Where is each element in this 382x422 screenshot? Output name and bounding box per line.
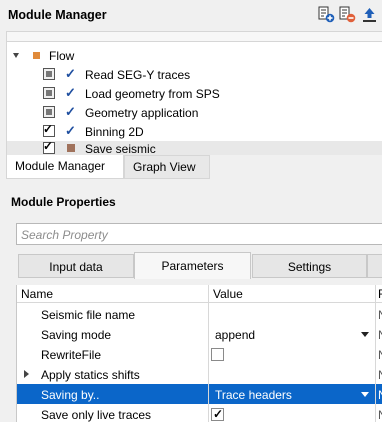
module-checkbox[interactable]: ✓: [43, 139, 55, 154]
module-label: Save seismic: [85, 142, 156, 156]
flow-icon: [33, 52, 40, 59]
search-placeholder: Search Property: [21, 228, 108, 242]
column-header-name[interactable]: Name: [21, 287, 53, 301]
module-manager-title: Module Manager: [8, 8, 107, 22]
module-checkbox[interactable]: ✓: [43, 122, 55, 137]
dropdown-arrow-icon[interactable]: [361, 392, 369, 397]
property-name: RewriteFile: [41, 348, 102, 362]
property-third-col: N: [378, 348, 382, 362]
enabled-check-icon: ✓: [65, 66, 76, 81]
column-header-value[interactable]: Value: [213, 287, 243, 301]
module-item[interactable]: ✓ Load geometry from SPS: [7, 84, 382, 103]
grid-header: Name Value F: [17, 285, 382, 303]
property-name: Saving mode: [41, 328, 112, 342]
property-row[interactable]: Seismic file name N: [17, 304, 382, 324]
property-third-col: N: [378, 308, 382, 322]
module-disabled-checkbox[interactable]: [43, 87, 55, 99]
tab-overflow[interactable]: [367, 254, 382, 278]
flow-tree[interactable]: Flow ✓ Read SEG-Y traces ✓ Load geometry…: [6, 42, 382, 156]
add-module-icon[interactable]: [318, 6, 335, 23]
remove-module-icon[interactable]: [339, 6, 356, 23]
module-label: Load geometry from SPS: [85, 87, 220, 101]
flow-label: Flow: [49, 49, 75, 63]
column-divider[interactable]: [375, 285, 376, 422]
property-row[interactable]: RewriteFile N: [17, 344, 382, 364]
tab-input-data[interactable]: Input data: [18, 254, 134, 278]
module-disabled-checkbox[interactable]: [43, 106, 55, 118]
module-item[interactable]: ✓ ✓ Binning 2D: [7, 122, 382, 141]
properties-tabs: Input data Parameters Settings: [16, 252, 382, 279]
enabled-check-icon: ✓: [65, 104, 76, 119]
property-row-selected[interactable]: Saving by.. Trace headers N: [17, 384, 382, 404]
column-divider[interactable]: [208, 285, 209, 422]
tab-module-manager[interactable]: Module Manager: [6, 155, 124, 179]
module-label: Geometry application: [85, 106, 199, 120]
tab-parameters[interactable]: Parameters: [134, 252, 251, 279]
tab-graph-view[interactable]: Graph View: [124, 155, 210, 179]
flow-node[interactable]: Flow: [7, 46, 382, 65]
enabled-check-icon: ✓: [65, 123, 76, 138]
module-manager-tabs: Module Manager Graph View: [6, 155, 382, 179]
module-item[interactable]: ✓ Read SEG-Y traces: [7, 65, 382, 84]
property-name: Seismic file name: [41, 308, 136, 322]
module-item[interactable]: ✓ Geometry application: [7, 103, 382, 122]
property-row[interactable]: Apply statics shifts N: [17, 364, 382, 384]
saving-by-value[interactable]: Trace headers: [215, 388, 292, 402]
module-label: Read SEG-Y traces: [85, 68, 191, 82]
property-name: Saving by..: [41, 388, 100, 402]
property-third-col: N: [378, 368, 382, 382]
module-item-selected[interactable]: ✓ Save seismic: [7, 139, 382, 156]
property-name: Apply statics shifts: [41, 368, 140, 382]
column-header-third[interactable]: F: [378, 287, 382, 301]
tab-settings[interactable]: Settings: [252, 254, 367, 278]
property-third-col: N: [378, 328, 382, 342]
module-manager-header: Module Manager: [0, 0, 382, 30]
search-property-input[interactable]: Search Property: [16, 223, 382, 245]
collapse-arrow-icon[interactable]: [13, 53, 19, 58]
expand-arrow-icon[interactable]: [24, 370, 29, 378]
property-third-col: N: [378, 388, 382, 402]
module-label: Binning 2D: [85, 125, 144, 139]
dropdown-arrow-icon[interactable]: [361, 332, 369, 337]
properties-grid: Name Value F Seismic file name N Saving …: [16, 285, 382, 422]
tree-header-strip: [6, 31, 382, 42]
export-icon[interactable]: [361, 6, 377, 23]
save-seismic-icon: [67, 144, 75, 152]
live-traces-checkbox[interactable]: ✓: [211, 407, 224, 421]
property-row[interactable]: Saving mode append N: [17, 324, 382, 344]
saving-mode-value[interactable]: append: [215, 328, 255, 342]
property-third-col: N: [378, 408, 382, 422]
property-name: Save only live traces: [41, 408, 152, 422]
property-row[interactable]: Save only live traces ✓ N: [17, 404, 382, 422]
enabled-check-icon: ✓: [65, 85, 76, 100]
module-properties-title: Module Properties: [11, 195, 116, 209]
rewrite-file-checkbox[interactable]: [211, 348, 224, 361]
module-disabled-checkbox[interactable]: [43, 68, 55, 80]
